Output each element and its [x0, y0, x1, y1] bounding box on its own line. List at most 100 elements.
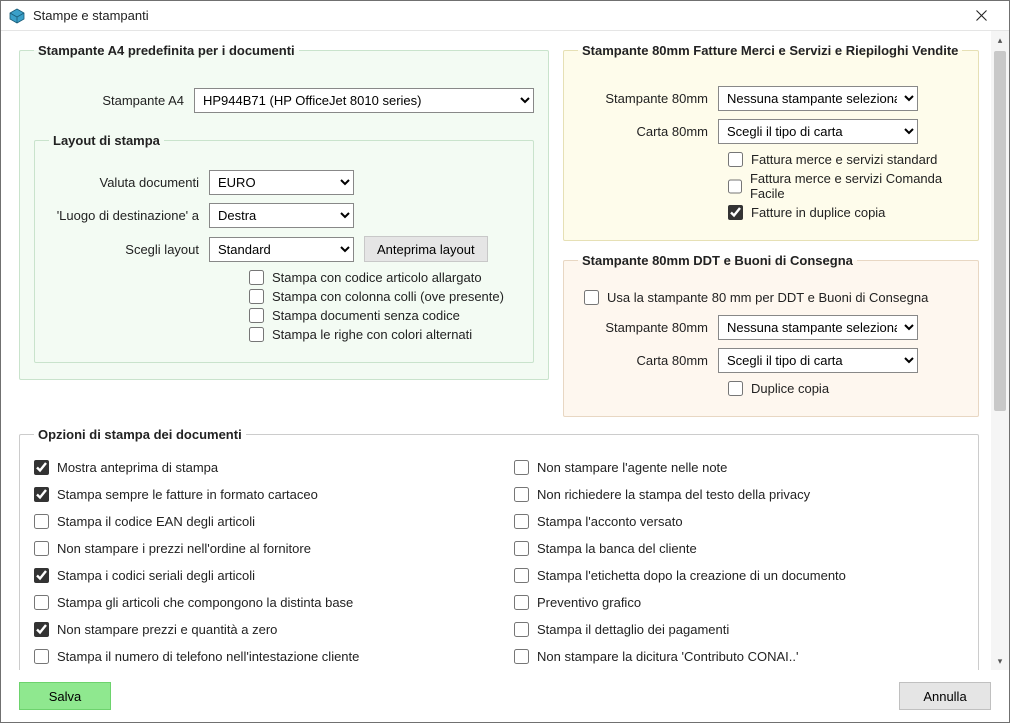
- cb-fms-duplice: Fatture in duplice copia: [728, 205, 964, 220]
- opt-right-label-6: Stampa il dettaglio dei pagamenti: [537, 622, 729, 637]
- cb-fms-comanda-label: Fattura merce e servizi Comanda Facile: [750, 171, 964, 201]
- app-icon: [9, 8, 25, 24]
- r80b-printer-select[interactable]: Nessuna stampante seleziona: [718, 315, 918, 340]
- cb-wide-code-label: Stampa con codice articolo allargato: [272, 270, 482, 285]
- opt-right-checkbox-5[interactable]: [514, 595, 529, 610]
- opt-left-label-2: Stampa il codice EAN degli articoli: [57, 514, 255, 529]
- group-a4-printer: Stampante A4 predefinita per i documenti…: [19, 43, 549, 380]
- layout-label: Scegli layout: [49, 242, 199, 257]
- opt-right-label-3: Stampa la banca del cliente: [537, 541, 697, 556]
- opt-right-label-5: Preventivo grafico: [537, 595, 641, 610]
- group-layout: Layout di stampa Valuta documenti EURO '…: [34, 133, 534, 363]
- option-row: Stampa i codici seriali degli articoli: [34, 568, 484, 583]
- scrollbar[interactable]: ▴ ▾: [991, 31, 1009, 670]
- cb-altcolor-input[interactable]: [249, 327, 264, 342]
- opt-right-checkbox-2[interactable]: [514, 514, 529, 529]
- option-row: Non stampare i prezzi nell'ordine al for…: [34, 541, 484, 556]
- cb-ddt-duplice-input[interactable]: [728, 381, 743, 396]
- r80a-printer-label: Stampante 80mm: [578, 91, 708, 106]
- cb-wide-code: Stampa con codice articolo allargato: [249, 270, 519, 285]
- option-row: Stampa gli articoli che compongono la di…: [34, 595, 484, 610]
- currency-select[interactable]: EURO: [209, 170, 354, 195]
- option-row: Stampa il numero di telefono nell'intest…: [34, 649, 484, 664]
- opt-left-checkbox-6[interactable]: [34, 622, 49, 637]
- opt-right-checkbox-6[interactable]: [514, 622, 529, 637]
- titlebar: Stampe e stampanti: [1, 1, 1009, 31]
- option-row: Non stampare la dicitura 'Contributo CON…: [514, 649, 964, 664]
- options-col-right: Non stampare l'agente nelle note Non rich…: [514, 456, 964, 695]
- opt-left-checkbox-4[interactable]: [34, 568, 49, 583]
- option-row: Mostra anteprima di stampa: [34, 460, 484, 475]
- footer: Salva Annulla: [1, 670, 1009, 722]
- r80a-paper-label: Carta 80mm: [578, 124, 708, 139]
- opt-left-checkbox-1[interactable]: [34, 487, 49, 502]
- cancel-button[interactable]: Annulla: [899, 682, 991, 710]
- opt-left-label-3: Non stampare i prezzi nell'ordine al for…: [57, 541, 311, 556]
- opt-right-label-4: Stampa l'etichetta dopo la creazione di …: [537, 568, 846, 583]
- layout-select[interactable]: Standard: [209, 237, 354, 262]
- r80a-paper-select[interactable]: Scegli il tipo di carta: [718, 119, 918, 144]
- group-80mm-ddt: Stampante 80mm DDT e Buoni di Consegna U…: [563, 253, 979, 417]
- group-80mm-ddt-legend: Stampante 80mm DDT e Buoni di Consegna: [578, 253, 857, 268]
- cb-fms-duplice-input[interactable]: [728, 205, 743, 220]
- cb-fms-standard-label: Fattura merce e servizi standard: [751, 152, 937, 167]
- options-col-left: Mostra anteprima di stampa Stampa sempre …: [34, 456, 484, 695]
- opt-left-label-6: Non stampare prezzi e quantità a zero: [57, 622, 277, 637]
- scroll-area: Stampante A4 predefinita per i documenti…: [1, 31, 991, 670]
- opt-right-label-7: Non stampare la dicitura 'Contributo CON…: [537, 649, 798, 664]
- window: Stampe e stampanti Stampante A4 predefin…: [0, 0, 1010, 723]
- opt-left-checkbox-2[interactable]: [34, 514, 49, 529]
- opt-left-label-0: Mostra anteprima di stampa: [57, 460, 218, 475]
- group-a4-legend: Stampante A4 predefinita per i documenti: [34, 43, 299, 58]
- cb-use80-ddt-label: Usa la stampante 80 mm per DDT e Buoni d…: [607, 290, 928, 305]
- cb-altcolor: Stampa le righe con colori alternati: [249, 327, 519, 342]
- option-row: Stampa l'acconto versato: [514, 514, 964, 529]
- cb-wide-code-input[interactable]: [249, 270, 264, 285]
- a4-printer-label: Stampante A4: [34, 93, 184, 108]
- option-row: Non richiedere la stampa del testo della…: [514, 487, 964, 502]
- r80b-paper-label: Carta 80mm: [578, 353, 708, 368]
- cb-fms-standard-input[interactable]: [728, 152, 743, 167]
- option-row: Stampa il codice EAN degli articoli: [34, 514, 484, 529]
- dest-label: 'Luogo di destinazione' a: [49, 208, 199, 223]
- opt-left-checkbox-5[interactable]: [34, 595, 49, 610]
- opt-right-checkbox-7[interactable]: [514, 649, 529, 664]
- opt-left-label-1: Stampa sempre le fatture in formato cart…: [57, 487, 318, 502]
- cb-nocode-input[interactable]: [249, 308, 264, 323]
- cb-colli-input[interactable]: [249, 289, 264, 304]
- option-row: Stampa l'etichetta dopo la creazione di …: [514, 568, 964, 583]
- opt-right-checkbox-0[interactable]: [514, 460, 529, 475]
- close-button[interactable]: [961, 2, 1001, 30]
- option-row: Preventivo grafico: [514, 595, 964, 610]
- r80b-printer-label: Stampante 80mm: [578, 320, 708, 335]
- opt-left-checkbox-7[interactable]: [34, 649, 49, 664]
- opt-right-label-0: Non stampare l'agente nelle note: [537, 460, 727, 475]
- cb-fms-duplice-label: Fatture in duplice copia: [751, 205, 885, 220]
- option-row: Stampa il dettaglio dei pagamenti: [514, 622, 964, 637]
- opt-right-checkbox-3[interactable]: [514, 541, 529, 556]
- dest-select[interactable]: Destra: [209, 203, 354, 228]
- cb-colli: Stampa con colonna colli (ove presente): [249, 289, 519, 304]
- r80b-paper-select[interactable]: Scegli il tipo di carta: [718, 348, 918, 373]
- scroll-up-arrow-icon[interactable]: ▴: [991, 31, 1009, 49]
- cb-use80-ddt-input[interactable]: [584, 290, 599, 305]
- opt-right-checkbox-4[interactable]: [514, 568, 529, 583]
- r80a-printer-select[interactable]: Nessuna stampante seleziona: [718, 86, 918, 111]
- opt-left-checkbox-0[interactable]: [34, 460, 49, 475]
- cb-nocode-label: Stampa documenti senza codice: [272, 308, 460, 323]
- opt-left-label-5: Stampa gli articoli che compongono la di…: [57, 595, 353, 610]
- cb-fms-comanda-input[interactable]: [728, 179, 742, 194]
- group-80mm-fatture-legend: Stampante 80mm Fatture Merci e Servizi e…: [578, 43, 962, 58]
- currency-label: Valuta documenti: [49, 175, 199, 190]
- opt-right-checkbox-1[interactable]: [514, 487, 529, 502]
- a4-printer-select[interactable]: HP944B71 (HP OfficeJet 8010 series): [194, 88, 534, 113]
- scroll-thumb[interactable]: [994, 51, 1006, 411]
- save-button[interactable]: Salva: [19, 682, 111, 710]
- opt-right-label-2: Stampa l'acconto versato: [537, 514, 683, 529]
- cb-fms-standard: Fattura merce e servizi standard: [728, 152, 964, 167]
- scroll-down-arrow-icon[interactable]: ▾: [991, 652, 1009, 670]
- group-print-options-legend: Opzioni di stampa dei documenti: [34, 427, 246, 442]
- opt-left-checkbox-3[interactable]: [34, 541, 49, 556]
- group-80mm-fatture: Stampante 80mm Fatture Merci e Servizi e…: [563, 43, 979, 241]
- preview-layout-button[interactable]: Anteprima layout: [364, 236, 488, 262]
